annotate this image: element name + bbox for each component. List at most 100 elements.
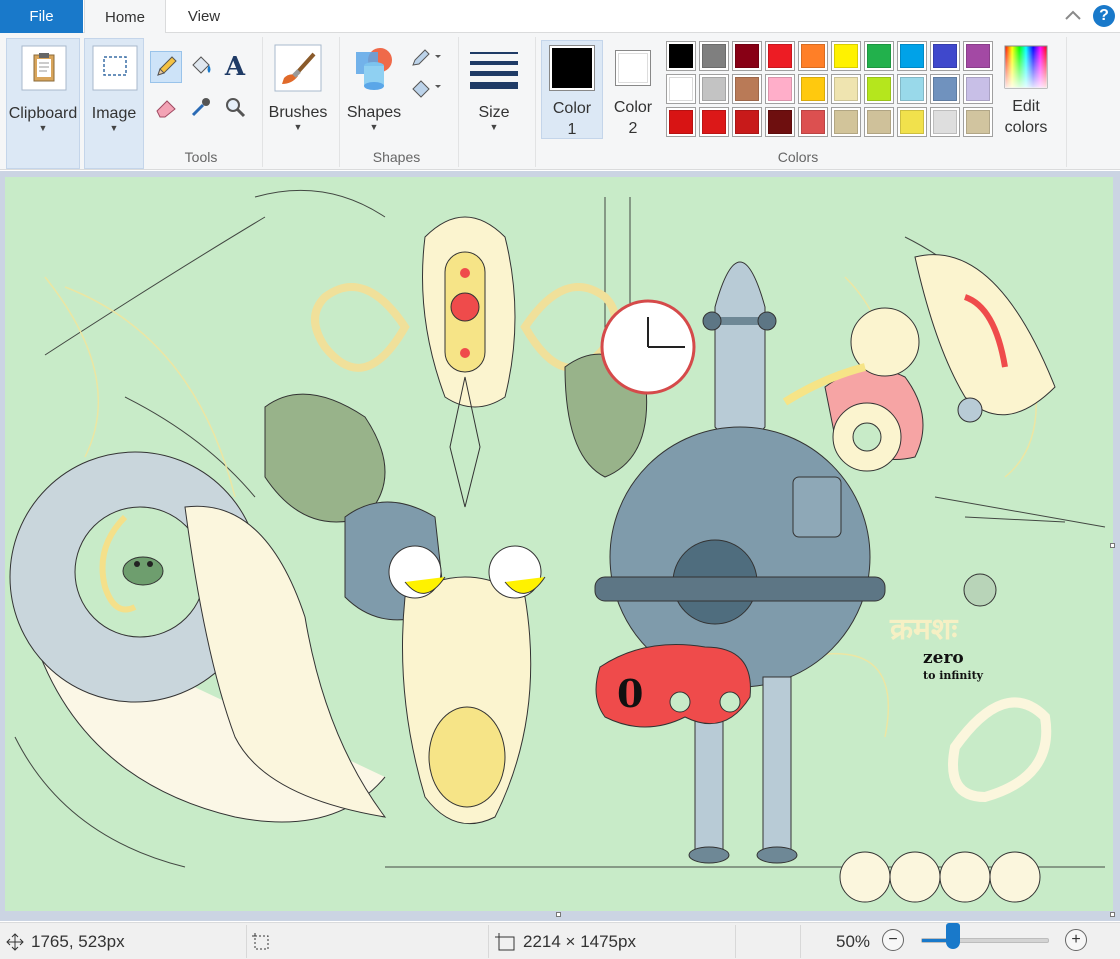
palette-swatch[interactable] (864, 41, 894, 71)
palette-swatch[interactable] (864, 107, 894, 137)
group-divider (262, 37, 263, 167)
palette-swatch[interactable] (666, 41, 696, 71)
zoom-slider-track[interactable] (921, 938, 1049, 943)
color1-swatch (549, 45, 595, 91)
edit-colors-button[interactable]: Edit colors (998, 38, 1054, 169)
palette-swatch[interactable] (831, 41, 861, 71)
palette-swatch[interactable] (831, 107, 861, 137)
rainbow-gradient-icon (1004, 45, 1048, 89)
palette-swatch[interactable] (765, 107, 795, 137)
palette-swatch-fill (867, 77, 891, 101)
fill-style-icon (412, 80, 441, 98)
eyedropper-icon (191, 98, 210, 117)
green-blob-left (264, 393, 386, 523)
collapse-ribbon-icon[interactable] (1064, 8, 1082, 22)
palette-swatch[interactable] (798, 74, 828, 104)
color2-number: 2 (628, 120, 638, 137)
zoom-slider-thumb[interactable] (946, 923, 960, 949)
tab-home[interactable]: Home (84, 0, 166, 34)
ribbon: Clipboard ▼ Image ▼ A Tools Brushes ▼ Sh… (0, 33, 1120, 170)
eraser-tool[interactable] (150, 91, 182, 123)
palette-swatch-fill (900, 77, 924, 101)
palette-swatch[interactable] (798, 41, 828, 71)
palette-swatch[interactable] (666, 74, 696, 104)
clipboard-button[interactable]: Clipboard ▼ (6, 38, 80, 169)
palette-swatch-fill (834, 77, 858, 101)
palette-swatch[interactable] (831, 74, 861, 104)
chevron-down-icon: ▼ (369, 122, 379, 132)
clock (600, 299, 696, 395)
selection-size-icon (252, 932, 269, 949)
palette-swatch[interactable] (897, 74, 927, 104)
color2-button[interactable]: Color 2 (605, 40, 661, 139)
palette-swatch[interactable] (963, 74, 993, 104)
pencil-icon (157, 56, 177, 76)
brush-icon (274, 44, 322, 92)
zoom-in-icon: + (1071, 931, 1081, 948)
color-picker-tool[interactable] (185, 91, 217, 123)
status-divider (488, 925, 489, 958)
palette-swatch-fill (669, 110, 693, 134)
pencil-tool[interactable] (150, 51, 182, 83)
palette-swatch[interactable] (666, 107, 696, 137)
fill-tool[interactable] (185, 51, 217, 83)
palette-swatch[interactable] (765, 74, 795, 104)
cursor-position: 1765, 523px (6, 923, 125, 959)
vehicle-digit: 0 (617, 671, 643, 716)
zoom-level: 50% (836, 931, 871, 951)
cursor-position-text: 1765, 523px (31, 931, 125, 951)
help-button[interactable]: ? (1093, 5, 1115, 27)
palette-swatch[interactable] (930, 41, 960, 71)
palette-swatch[interactable] (864, 74, 894, 104)
text-tool[interactable]: A (219, 51, 251, 83)
fill-style-button[interactable] (408, 73, 444, 105)
palette-swatch-fill (669, 44, 693, 68)
image-label: Image (91, 105, 137, 122)
palette-swatch-fill (966, 77, 990, 101)
magnifier-tool[interactable] (219, 91, 251, 123)
brushes-button[interactable]: Brushes ▼ (266, 38, 330, 169)
palette-swatch[interactable] (732, 41, 762, 71)
image-button[interactable]: Image ▼ (84, 38, 144, 169)
palette-swatch[interactable] (798, 107, 828, 137)
tab-file[interactable]: File (0, 0, 83, 33)
zoom-in-button[interactable]: + (1065, 929, 1087, 951)
palette-swatch[interactable] (732, 74, 762, 104)
yellow-pod (428, 706, 506, 808)
color1-number: 1 (567, 121, 577, 138)
colors-group-label: Colors (777, 149, 819, 165)
status-divider (800, 925, 801, 958)
brushes-label: Brushes (268, 104, 328, 121)
selection-size (251, 923, 271, 959)
resize-handle-corner[interactable] (1110, 912, 1115, 917)
artwork-title-devanagari: क्रमशः (889, 612, 959, 647)
palette-swatch-fill (702, 77, 726, 101)
size-button[interactable]: Size ▼ (463, 38, 525, 169)
color1-button[interactable]: Color 1 (541, 40, 603, 139)
resize-handle-bottom[interactable] (556, 912, 561, 917)
palette-swatch[interactable] (897, 107, 927, 137)
outline-button[interactable] (408, 43, 444, 75)
palette-swatch-fill (834, 110, 858, 134)
tab-view[interactable]: View (166, 0, 242, 33)
palette-swatch[interactable] (732, 107, 762, 137)
palette-swatch[interactable] (963, 41, 993, 71)
palette-swatch[interactable] (765, 41, 795, 71)
palette-swatch[interactable] (930, 74, 960, 104)
palette-swatch[interactable] (897, 41, 927, 71)
resize-handle-right[interactable] (1110, 543, 1115, 548)
palette-swatch[interactable] (699, 41, 729, 71)
palette-swatch[interactable] (699, 74, 729, 104)
zoom-out-button[interactable]: − (882, 929, 904, 951)
palette-swatch[interactable] (930, 107, 960, 137)
tools-group-label: Tools (184, 149, 218, 165)
palette-swatch-fill (966, 44, 990, 68)
drawing-canvas[interactable]: 0 क्रमशः zero to infinity (5, 177, 1113, 911)
palette-swatch[interactable] (699, 107, 729, 137)
artwork-title: zero (923, 648, 964, 668)
group-divider (1066, 37, 1067, 167)
palette-swatch-fill (966, 110, 990, 134)
chevron-down-icon: ▼ (293, 122, 303, 132)
palette-swatch[interactable] (963, 107, 993, 137)
select-rectangle-icon (92, 45, 138, 91)
